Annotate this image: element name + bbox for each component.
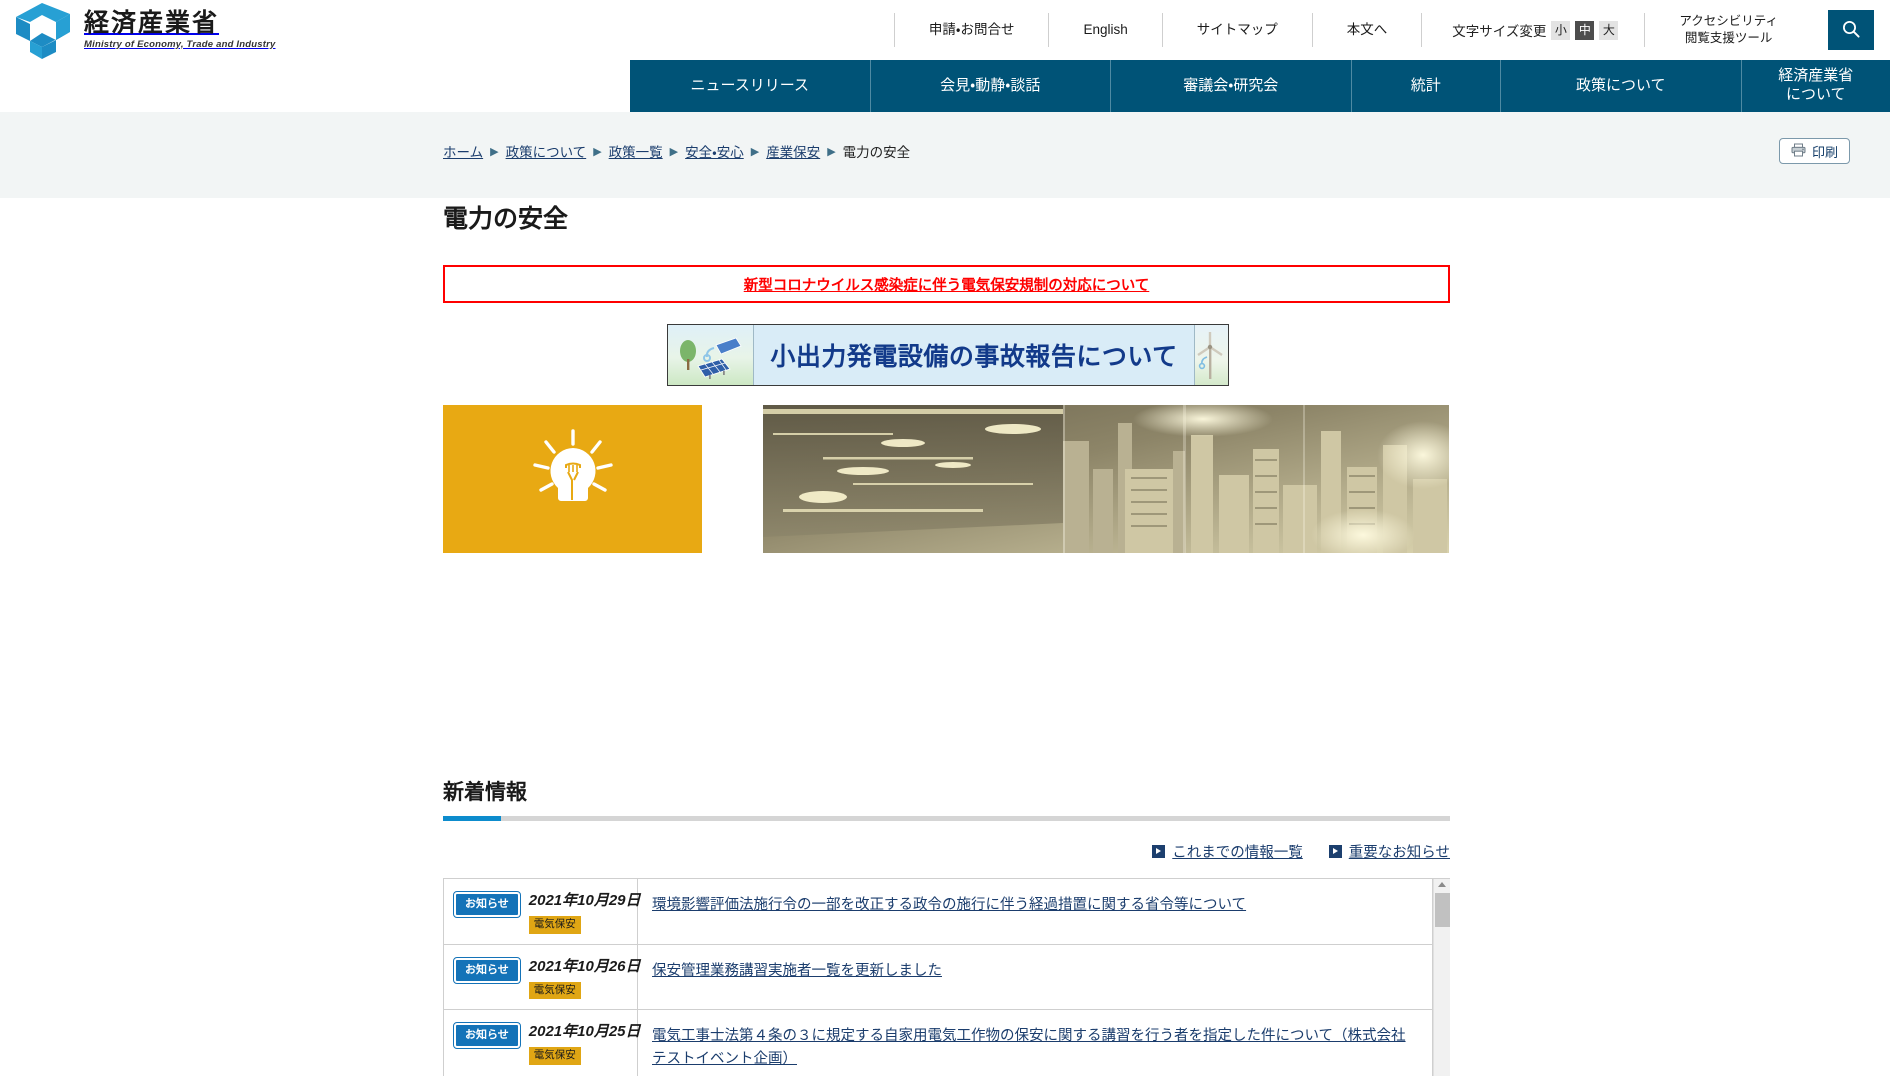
utility-link-english[interactable]: English <box>1049 13 1162 47</box>
table-row: お知らせ 2021年10月26日 電気保安 保安管理業務講習実施者一覧を更新しま… <box>444 945 1433 1011</box>
nav-item-news-release[interactable]: ニュースリリース <box>630 60 871 112</box>
news-row-meta: お知らせ 2021年10月26日 電気保安 <box>444 945 638 1010</box>
news-category-tag: 電気保安 <box>529 982 581 1000</box>
scrollbar-thumb[interactable] <box>1435 893 1450 927</box>
cityscape-promo-banner[interactable] <box>763 405 1449 553</box>
important-notices-label: 重要なお知らせ <box>1349 841 1450 862</box>
news-category-tag: 電気保安 <box>529 1047 581 1065</box>
news-date: 2021年10月25日 <box>529 1023 641 1040</box>
news-list-scroll-area: お知らせ 2021年10月29日 電気保安 環境影響評価法施行令の一部を改正する… <box>444 879 1433 1076</box>
news-row-title: 保安管理業務講習実施者一覧を更新しました <box>638 945 1433 1010</box>
nav-item-about-meti[interactable]: 経済産業省 について <box>1742 60 1890 112</box>
site-logo[interactable]: 経済産業省 Ministry of Economy, Trade and Ind… <box>0 0 630 60</box>
breadcrumb-item-policy-list[interactable]: 政策一覧 <box>609 141 663 161</box>
solar-panel-icon <box>668 325 754 385</box>
nav-item-policy[interactable]: 政策について <box>1501 60 1742 112</box>
breadcrumb: ホーム ▶ 政策について ▶ 政策一覧 ▶ 安全・安心 ▶ 産業保安 ▶ 電力の… <box>443 141 910 161</box>
news-item-link[interactable]: 電気工事士法第４条の３に規定する自家用電気工作物の保安に関する講習を行う者を指定… <box>652 1028 1406 1066</box>
news-row-title: 環境影響評価法施行令の一部を改正する政令の施行に伴う経過措置に関する省令等につい… <box>638 879 1433 944</box>
font-size-small[interactable]: 小 <box>1551 21 1570 40</box>
breadcrumb-separator-icon: ▶ <box>593 145 601 158</box>
past-news-list-link[interactable]: これまでの情報一覧 <box>1152 841 1303 862</box>
font-size-large[interactable]: 大 <box>1599 21 1618 40</box>
meti-logo-icon <box>12 1 74 59</box>
utility-link-apply[interactable]: 申請・お問合せ <box>894 13 1050 47</box>
accessibility-tool-link[interactable]: アクセシビリティ 閲覧支援ツール <box>1645 13 1812 47</box>
utility-link-skip-to-content[interactable]: 本文へ <box>1313 13 1423 47</box>
logo-text-en: Ministry of Economy, Trade and Industry <box>84 40 276 50</box>
triangle-right-icon <box>1329 845 1342 858</box>
logo-text-jp: 経済産業省 <box>84 11 276 36</box>
wind-turbine-icon <box>1194 325 1228 385</box>
news-row-meta: お知らせ 2021年10月25日 電気保安 <box>444 1010 638 1076</box>
utility-bar: 経済産業省 Ministry of Economy, Trade and Ind… <box>0 0 1890 60</box>
covid-alert-link[interactable]: 新型コロナウイルス感染症に伴う電気保安規制の対応について <box>744 274 1150 295</box>
accessibility-line-2: 閲覧支援ツール <box>1685 31 1773 45</box>
utility-link-sitemap[interactable]: サイトマップ <box>1163 13 1313 47</box>
status-badge: お知らせ <box>454 958 520 983</box>
news-section-title: 新着情報 <box>443 776 1450 806</box>
breadcrumb-item-safety[interactable]: 安全・安心 <box>685 141 744 161</box>
page-title: 電力の安全 <box>443 199 568 235</box>
news-category-tag: 電気保安 <box>529 916 581 934</box>
nav-item-councils[interactable]: 審議会・研究会 <box>1111 60 1352 112</box>
accessibility-line-1: アクセシビリティ <box>1679 14 1778 28</box>
news-date: 2021年10月26日 <box>529 958 641 975</box>
font-size-control: 文字サイズ変更 小 中 大 <box>1422 13 1645 47</box>
past-news-list-label: これまでの情報一覧 <box>1172 841 1303 862</box>
breadcrumb-band <box>0 112 1890 198</box>
news-item-link[interactable]: 環境影響評価法施行令の一部を改正する政令の施行に伴う経過措置に関する省令等につい… <box>652 897 1246 913</box>
table-row: お知らせ 2021年10月29日 電気保安 環境影響評価法施行令の一部を改正する… <box>444 879 1433 945</box>
breadcrumb-separator-icon: ▶ <box>827 145 835 158</box>
table-row: お知らせ 2021年10月25日 電気保安 電気工事士法第４条の３に規定する自家… <box>444 1010 1433 1076</box>
breadcrumb-separator-icon: ▶ <box>751 145 759 158</box>
triangle-right-icon <box>1152 845 1165 858</box>
night-cityscape-image <box>763 405 1449 553</box>
important-notices-link[interactable]: 重要なお知らせ <box>1329 841 1450 862</box>
global-navigation: ニュースリリース 会見・動静・談話 審議会・研究会 統計 政策について 経済産業… <box>630 60 1890 112</box>
printer-icon <box>1791 143 1806 160</box>
utility-links: 申請・お問合せ English サイトマップ 本文へ 文字サイズ変更 小 中 大… <box>630 0 1890 60</box>
nav-item-statistics[interactable]: 統計 <box>1352 60 1502 112</box>
status-badge: お知らせ <box>454 892 520 917</box>
news-list-container: お知らせ 2021年10月29日 電気保安 環境影響評価法施行令の一部を改正する… <box>443 878 1450 1076</box>
covid-alert-box[interactable]: 新型コロナウイルス感染症に伴う電気保安規制の対応について <box>443 265 1450 303</box>
breadcrumb-item-home[interactable]: ホーム <box>443 141 483 161</box>
section-underline <box>443 816 1450 821</box>
print-button-label: 印刷 <box>1812 142 1838 161</box>
status-badge: お知らせ <box>454 1023 520 1048</box>
font-size-medium[interactable]: 中 <box>1575 21 1594 40</box>
nav-item-press[interactable]: 会見・動静・談話 <box>871 60 1112 112</box>
lightbulb-promo-banner[interactable] <box>443 405 702 553</box>
breadcrumb-item-current: 電力の安全 <box>843 141 911 161</box>
scroll-up-arrow-icon[interactable] <box>1438 882 1446 887</box>
news-list-scrollbar[interactable] <box>1433 879 1450 1076</box>
breadcrumb-item-industrial-safety[interactable]: 産業保安 <box>766 141 820 161</box>
breadcrumb-separator-icon: ▶ <box>490 145 498 158</box>
print-button[interactable]: 印刷 <box>1779 138 1850 164</box>
breadcrumb-separator-icon: ▶ <box>670 145 678 158</box>
search-icon <box>1841 19 1861 42</box>
small-generation-accident-report-banner[interactable]: 小出力発電設備の事故報告について <box>667 324 1229 386</box>
font-size-label: 文字サイズ変更 <box>1452 20 1546 40</box>
banner-text: 小出力発電設備の事故報告について <box>754 325 1194 385</box>
news-date: 2021年10月29日 <box>529 892 641 909</box>
news-row-title: 電気工事士法第４条の３に規定する自家用電気工作物の保安に関する講習を行う者を指定… <box>638 1010 1433 1076</box>
search-button[interactable] <box>1828 10 1874 50</box>
news-section-links: これまでの情報一覧 重要なお知らせ <box>443 841 1450 862</box>
breadcrumb-item-policy[interactable]: 政策について <box>506 141 587 161</box>
lightbulb-icon <box>518 424 628 535</box>
news-item-link[interactable]: 保安管理業務講習実施者一覧を更新しました <box>652 963 942 979</box>
news-section-header: 新着情報 <box>443 776 1450 821</box>
news-row-meta: お知らせ 2021年10月29日 電気保安 <box>444 879 638 944</box>
